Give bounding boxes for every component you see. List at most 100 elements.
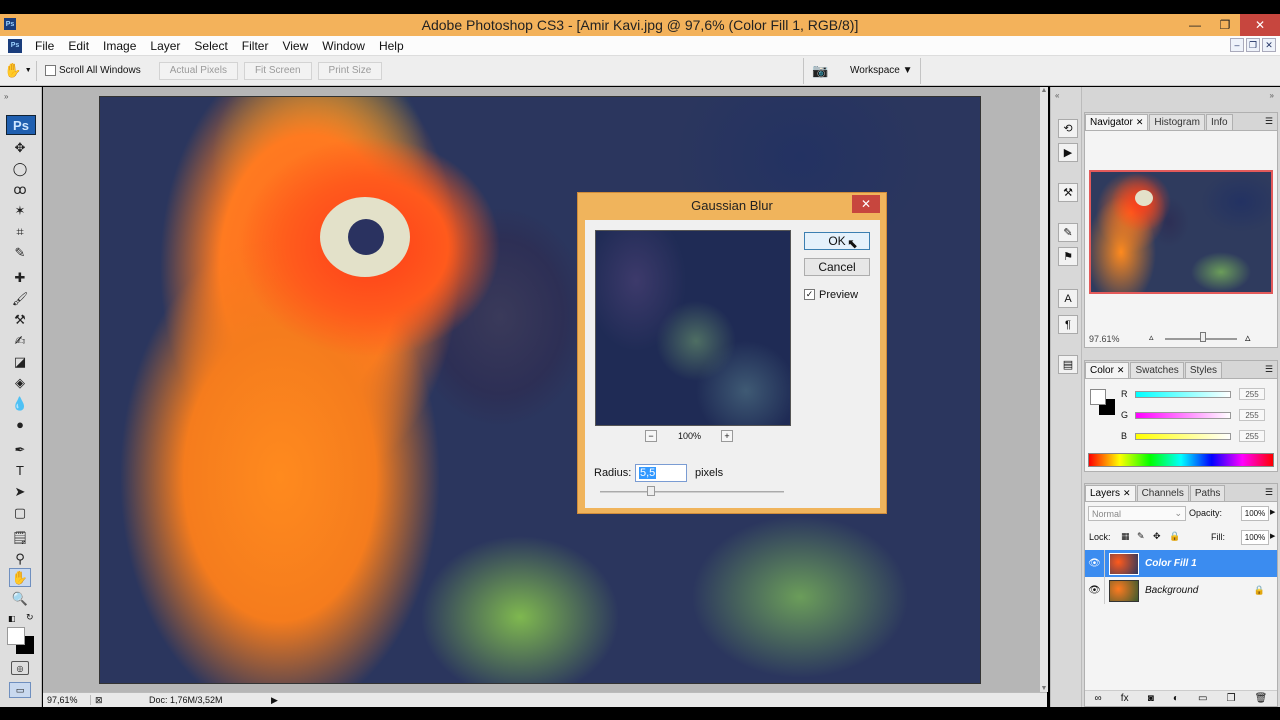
color-menu-icon[interactable]: ☰: [1265, 364, 1273, 375]
tool-presets-panel-icon[interactable]: ⚒: [1058, 183, 1078, 202]
new-layer-icon[interactable]: ❐: [1227, 693, 1236, 704]
menu-image[interactable]: Image: [96, 39, 143, 53]
close-button[interactable]: ✕: [1240, 14, 1280, 36]
navigator-menu-icon[interactable]: ☰: [1265, 116, 1273, 127]
tab-layers[interactable]: Layers ✕: [1085, 485, 1136, 501]
color-slider-b[interactable]: B 255: [1121, 429, 1271, 443]
menu-layer[interactable]: Layer: [143, 39, 187, 53]
status-preview-icon[interactable]: ⊠: [95, 695, 103, 706]
preview-zoom-in-button[interactable]: +: [721, 430, 733, 442]
menu-help[interactable]: Help: [372, 39, 411, 53]
default-colors-icon[interactable]: ◧: [8, 614, 16, 623]
fill-arrow-icon[interactable]: ▶: [1270, 532, 1275, 540]
tab-color[interactable]: Color ✕: [1085, 362, 1130, 378]
fit-screen-button[interactable]: Fit Screen: [243, 61, 312, 80]
zoom-tool-icon[interactable]: 🔍: [9, 589, 31, 608]
document-icon[interactable]: Ps: [8, 38, 22, 53]
strip-collapse-icon[interactable]: «: [1055, 91, 1059, 100]
new-group-icon[interactable]: ▭: [1198, 693, 1207, 704]
navigator-zoom-value[interactable]: 97.61%: [1089, 334, 1120, 344]
tab-paths[interactable]: Paths: [1189, 485, 1226, 501]
menu-file[interactable]: File: [28, 39, 61, 53]
move-tool-icon[interactable]: ✥: [9, 138, 31, 157]
layer-name[interactable]: Background: [1145, 585, 1198, 596]
actual-pixels-button[interactable]: Actual Pixels: [158, 61, 238, 80]
print-size-button[interactable]: Print Size: [317, 61, 383, 80]
history-panel-icon[interactable]: ⟲: [1058, 119, 1078, 138]
layer-mask-icon[interactable]: ◙: [1148, 693, 1154, 704]
shape-tool-icon[interactable]: ▢: [9, 503, 31, 522]
lock-position-icon[interactable]: ✥: [1153, 531, 1161, 542]
radius-slider-track[interactable]: [600, 491, 784, 493]
opacity-arrow-icon[interactable]: ▶: [1270, 508, 1275, 516]
restore-button[interactable]: ❐: [1210, 14, 1240, 36]
path-selection-tool-icon[interactable]: ➤: [9, 482, 31, 501]
blur-preview[interactable]: [595, 230, 791, 426]
delete-layer-icon[interactable]: 🗑: [1255, 693, 1268, 704]
notes-tool-icon[interactable]: 🗒: [9, 528, 31, 547]
lock-transparency-icon[interactable]: ▦: [1121, 531, 1130, 542]
color-value-g[interactable]: 255: [1239, 409, 1265, 421]
workspace-button[interactable]: Workspace ▼: [850, 65, 913, 76]
actions-panel-icon[interactable]: ▶: [1058, 143, 1078, 162]
eraser-tool-icon[interactable]: ◪: [9, 352, 31, 371]
history-brush-tool-icon[interactable]: ✍: [9, 331, 31, 350]
layer-name[interactable]: Color Fill 1: [1145, 558, 1197, 569]
color-foreground-swatch[interactable]: [1090, 389, 1106, 405]
tab-histogram[interactable]: Histogram: [1149, 114, 1205, 130]
paint-bucket-tool-icon[interactable]: ◈: [9, 373, 31, 392]
radius-slider-thumb[interactable]: [647, 486, 655, 496]
doc-minimize-button[interactable]: –: [1230, 38, 1244, 52]
clone-stamp-tool-icon[interactable]: ⚒: [9, 310, 31, 329]
toolbox-collapse-icon[interactable]: »: [4, 92, 8, 101]
screen-mode-icon[interactable]: ▭: [9, 682, 31, 698]
adjustment-layer-icon[interactable]: ◐: [1173, 693, 1179, 704]
layer-visibility-eye-icon[interactable]: 👁: [1085, 550, 1105, 577]
healing-brush-tool-icon[interactable]: ✚: [9, 268, 31, 287]
tab-info[interactable]: Info: [1205, 114, 1233, 130]
clone-source-panel-icon[interactable]: ⚑: [1058, 247, 1078, 266]
hand-tool-preset-icon[interactable]: ✋ ▼: [0, 62, 36, 79]
preview-zoom-out-button[interactable]: −: [645, 430, 657, 442]
navigator-zoom-in-icon[interactable]: ▵: [1245, 331, 1251, 344]
tab-styles[interactable]: Styles: [1184, 362, 1223, 378]
layer-row-color-fill-1[interactable]: 👁 Color Fill 1: [1085, 550, 1277, 577]
radius-input[interactable]: 5,5: [635, 464, 687, 482]
blur-tool-icon[interactable]: 💧: [9, 394, 31, 413]
magic-wand-tool-icon[interactable]: ✶: [9, 201, 31, 220]
minimize-button[interactable]: —: [1180, 14, 1210, 36]
pen-tool-icon[interactable]: ✒: [9, 440, 31, 459]
menu-filter[interactable]: Filter: [235, 39, 276, 53]
doc-restore-button[interactable]: ❐: [1246, 38, 1260, 52]
cancel-button[interactable]: Cancel: [804, 258, 870, 276]
color-value-r[interactable]: 255: [1239, 388, 1265, 400]
hand-tool-icon[interactable]: ✋: [9, 568, 31, 587]
blend-mode-select[interactable]: Normal ⌄: [1088, 506, 1186, 521]
tool-presets-icon[interactable]: 📷: [812, 63, 828, 79]
character-panel-icon[interactable]: A: [1058, 289, 1078, 308]
fill-field[interactable]: 100%: [1241, 530, 1269, 545]
scroll-all-windows-checkbox[interactable]: [45, 65, 56, 76]
foreground-color-swatch[interactable]: [7, 627, 25, 645]
brush-tool-icon[interactable]: 🖌: [9, 289, 31, 308]
navigator-slider-thumb[interactable]: [1200, 332, 1206, 342]
color-slider-r[interactable]: R 255: [1121, 387, 1271, 401]
tab-swatches[interactable]: Swatches: [1130, 362, 1184, 378]
layers-menu-icon[interactable]: ☰: [1265, 487, 1273, 498]
color-spectrum-bar[interactable]: [1088, 453, 1274, 467]
menu-select[interactable]: Select: [187, 39, 234, 53]
paragraph-panel-icon[interactable]: ¶: [1058, 315, 1078, 334]
swap-colors-icon[interactable]: ↻: [26, 612, 34, 623]
lasso-tool-icon[interactable]: ꝏ: [9, 180, 31, 199]
layer-style-icon[interactable]: fx: [1121, 693, 1129, 704]
slice-tool-icon[interactable]: ✎: [9, 243, 31, 262]
status-zoom[interactable]: 97,61%: [43, 695, 91, 705]
link-layers-icon[interactable]: ∞: [1095, 693, 1102, 704]
layer-row-background[interactable]: 👁 Background 🔒: [1085, 577, 1277, 604]
doc-close-button[interactable]: ✕: [1262, 38, 1276, 52]
menu-view[interactable]: View: [275, 39, 315, 53]
layer-comps-panel-icon[interactable]: ▤: [1058, 355, 1078, 374]
vertical-scrollbar[interactable]: ▲ ▼: [1040, 87, 1048, 692]
tab-navigator[interactable]: Navigator ✕: [1085, 114, 1149, 130]
color-value-b[interactable]: 255: [1239, 430, 1265, 442]
